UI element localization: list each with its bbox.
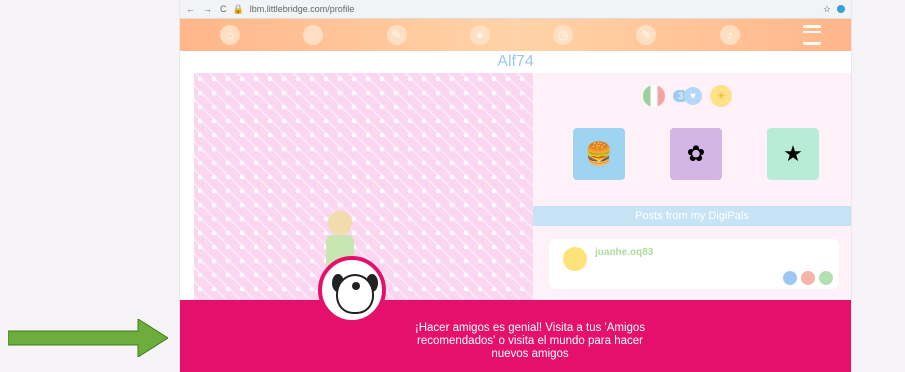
browser-window: ← → C 🔒 lbm.littlebridge.com/profile ☆ ⌂… — [180, 0, 851, 372]
profile-username: Alf74 — [180, 51, 851, 73]
dalmatian-mascot-icon — [318, 256, 386, 324]
comment-icon[interactable] — [819, 271, 833, 285]
posts-header: Posts from my DigiPals — [533, 206, 851, 226]
browser-nav: ← → C — [186, 4, 227, 14]
tip-banner: ¡Hacer amigos es genial! Visita a tus 'A… — [180, 300, 851, 372]
post-username[interactable]: juanhe.oq83 — [595, 247, 653, 258]
avatar-head — [328, 211, 352, 235]
reload-icon[interactable]: C — [220, 4, 227, 14]
sun-icon: ☀ — [710, 85, 733, 107]
italy-flag-icon — [643, 85, 665, 107]
extension-icon[interactable] — [837, 5, 845, 13]
profile-side-panel: 3 ♥ ☀ 🍔 ✿ ★ Posts from my DigiPals juanh… — [533, 73, 851, 303]
profile-stats: 3 ♥ ☀ — [643, 85, 733, 107]
forward-icon[interactable]: → — [203, 4, 212, 14]
post-actions — [783, 271, 833, 285]
friends-count[interactable]: 3 ♥ — [673, 87, 703, 105]
address-bar[interactable]: lbm.littlebridge.com/profile — [250, 4, 355, 14]
top-navigation: ⌂ ◌ ✎ ● ◷ ✎ ♪ — [180, 19, 851, 51]
food-card-icon[interactable]: 🍔 — [573, 128, 625, 180]
page-background-left — [0, 0, 180, 372]
star-icon[interactable]: ☆ — [823, 4, 831, 15]
menu-icon[interactable] — [802, 25, 821, 45]
like-icon[interactable] — [783, 271, 797, 285]
browser-extensions: ☆ — [823, 4, 845, 15]
post-avatar — [563, 247, 587, 271]
back-icon[interactable]: ← — [186, 4, 195, 14]
browser-toolbar: ← → C 🔒 lbm.littlebridge.com/profile ☆ — [180, 0, 851, 19]
star-card-icon[interactable]: ★ — [767, 128, 819, 180]
post-item[interactable]: juanhe.oq83 — [549, 239, 839, 289]
home-icon[interactable]: ⌂ — [220, 25, 240, 45]
game-card-icon[interactable]: ✿ — [670, 128, 722, 180]
bell-icon[interactable]: ♪ — [719, 25, 740, 45]
globe-icon[interactable]: ◌ — [303, 25, 324, 45]
tip-message: ¡Hacer amigos es genial! Visita a tus 'A… — [414, 322, 646, 360]
love-icon[interactable] — [801, 271, 815, 285]
dog-spot — [352, 282, 360, 290]
pencil-icon[interactable]: ✎ — [386, 25, 407, 45]
lock-icon: 🔒 — [232, 3, 244, 14]
edit-icon[interactable]: ✎ — [636, 25, 657, 45]
page-background-right — [845, 0, 905, 372]
clock-icon[interactable]: ◷ — [553, 25, 574, 45]
heart-icon: ♥ — [684, 87, 703, 105]
activity-cards: 🍔 ✿ ★ — [573, 128, 819, 180]
green-arrow-icon — [8, 319, 168, 357]
dog-head — [336, 274, 374, 314]
world-icon[interactable]: ● — [469, 25, 490, 45]
